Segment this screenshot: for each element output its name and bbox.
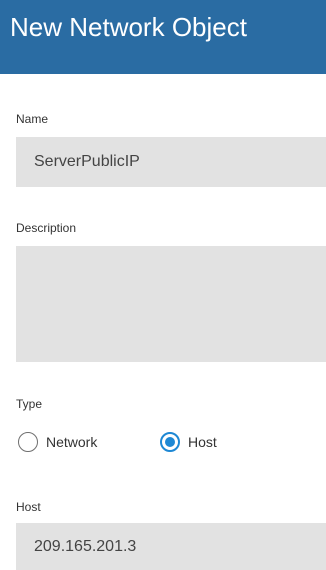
name-label: Name: [16, 112, 49, 126]
radio-checked-icon: [160, 432, 180, 452]
description-input[interactable]: [16, 246, 326, 362]
dialog-title: New Network Object: [10, 12, 247, 42]
type-radio-network-label: Network: [46, 434, 98, 450]
host-label: Host: [16, 500, 41, 514]
name-input[interactable]: [16, 137, 326, 187]
dialog-header: New Network Object: [0, 0, 326, 74]
description-label: Description: [16, 221, 77, 235]
host-input[interactable]: [16, 523, 326, 570]
type-label: Type: [16, 397, 43, 411]
radio-unchecked-icon: [18, 432, 38, 452]
type-radio-host[interactable]: Host: [160, 432, 217, 452]
type-radio-host-label: Host: [188, 434, 217, 450]
type-radio-network[interactable]: Network: [18, 432, 97, 452]
radio-dot: [165, 437, 175, 447]
